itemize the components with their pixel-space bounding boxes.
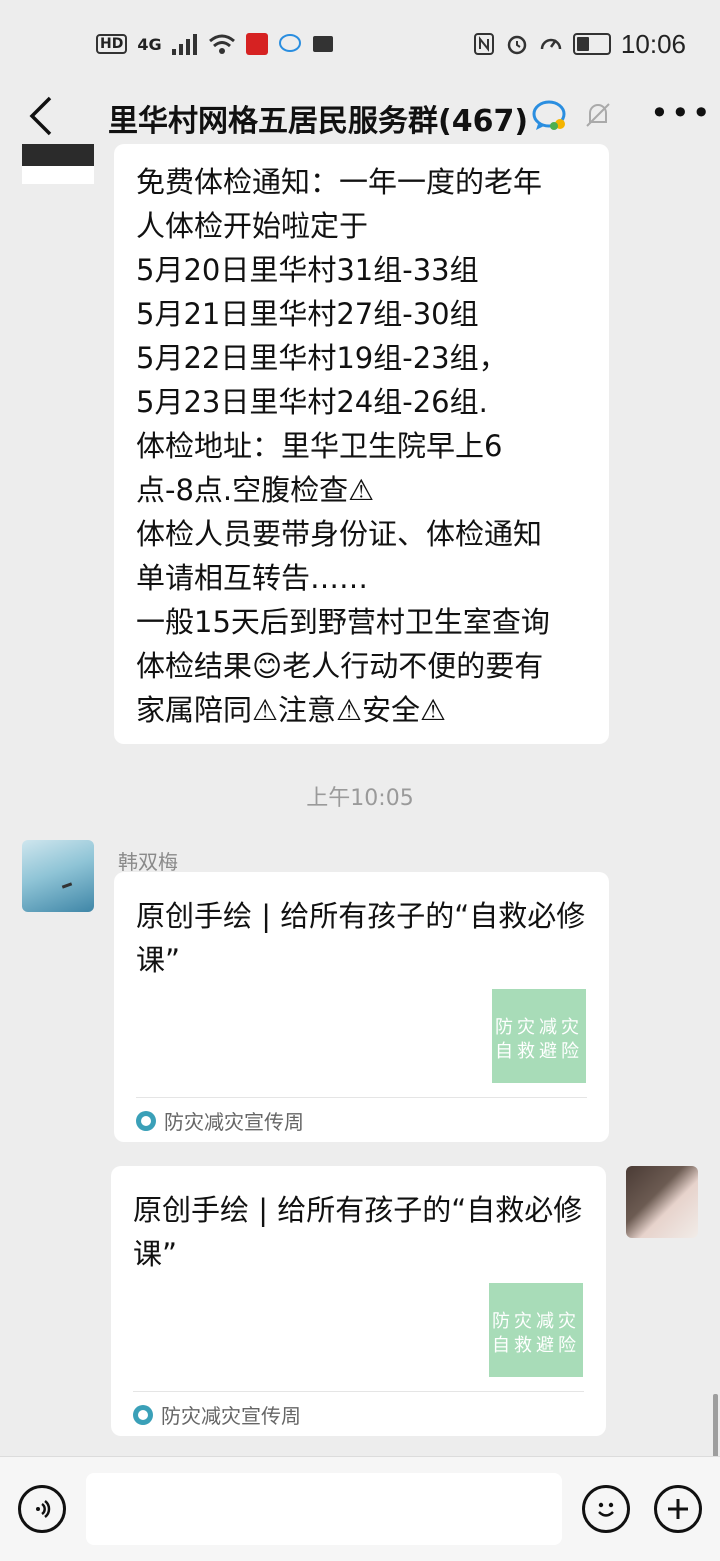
sender-name: 韩双梅 bbox=[118, 850, 178, 874]
time-separator: 上午10:05 bbox=[306, 786, 414, 811]
card-source: 防灾减灾宣传周 bbox=[133, 1400, 301, 1429]
scrollbar[interactable] bbox=[713, 1394, 718, 1456]
source-logo-icon bbox=[136, 1110, 156, 1131]
emoji-icon bbox=[598, 1502, 614, 1517]
voice-button[interactable] bbox=[18, 1485, 66, 1533]
back-icon[interactable] bbox=[22, 92, 62, 140]
thumb-text: 防灾减灾 bbox=[495, 1017, 583, 1038]
chat-area[interactable]: 免费体检通知：一年一度的老年 人体检开始啦定于 5月20日里华村31组-33组 … bbox=[0, 144, 720, 1456]
plus-icon bbox=[668, 1499, 688, 1519]
thumb-text: 自救避险 bbox=[495, 1041, 583, 1062]
speed-icon bbox=[540, 38, 562, 50]
card-title: 原创手绘 | 给所有孩子的“自救必修课” bbox=[136, 899, 586, 977]
card-thumbnail: 防灾减灾 自救避险 bbox=[492, 989, 586, 1083]
hd-indicator: HD bbox=[96, 34, 128, 54]
message-bubble[interactable]: 免费体检通知：一年一度的老年 人体检开始啦定于 5月20日里华村31组-33组 … bbox=[114, 144, 609, 744]
thumb-text: 自救避险 bbox=[492, 1335, 580, 1356]
chat-notification-icon bbox=[278, 34, 301, 52]
shared-article-card[interactable]: 原创手绘 | 给所有孩子的“自救必修课” 防灾减灾 自救避险 防灾减灾宣传周 bbox=[111, 1166, 606, 1436]
emoji-button[interactable] bbox=[582, 1485, 630, 1533]
divider bbox=[133, 1391, 584, 1392]
group-chat-icon bbox=[532, 100, 566, 130]
more-icon[interactable]: ••• bbox=[650, 94, 713, 132]
battery-icon bbox=[572, 33, 611, 55]
source-name: 防灾减灾宣传周 bbox=[161, 1404, 301, 1428]
plus-button[interactable] bbox=[654, 1485, 702, 1533]
thumb-text: 防灾减灾 bbox=[492, 1311, 580, 1332]
signal-icon bbox=[171, 34, 197, 55]
card-thumbnail: 防灾减灾 自救避险 bbox=[489, 1283, 583, 1377]
avatar[interactable] bbox=[22, 144, 94, 184]
input-bar bbox=[0, 1456, 720, 1561]
nfc-icon bbox=[473, 33, 494, 55]
alarm-icon bbox=[507, 35, 527, 55]
status-left: HD 4G bbox=[96, 33, 334, 55]
source-name: 防灾减灾宣传周 bbox=[164, 1110, 304, 1134]
app-notification-icon bbox=[245, 33, 268, 55]
my-avatar[interactable] bbox=[626, 1166, 698, 1238]
divider bbox=[136, 1097, 587, 1098]
card-title: 原创手绘 | 给所有孩子的“自救必修课” bbox=[133, 1193, 583, 1271]
wifi-icon bbox=[208, 34, 235, 54]
mute-bell-icon bbox=[586, 103, 610, 127]
card-source: 防灾减灾宣传周 bbox=[136, 1106, 304, 1135]
page-title[interactable]: 里华村网格五居民服务群(467) bbox=[108, 96, 528, 140]
status-bar: HD 4G 10:06 bbox=[0, 0, 720, 88]
voice-icon bbox=[36, 1500, 51, 1518]
source-logo-icon bbox=[133, 1404, 153, 1425]
shared-article-card[interactable]: 原创手绘 | 给所有孩子的“自救必修课” 防灾减灾 自救避险 防灾减灾宣传周 bbox=[114, 872, 609, 1142]
signal-label: 4G bbox=[137, 34, 162, 54]
message-input[interactable] bbox=[86, 1473, 562, 1545]
chat-header: 里华村网格五居民服务群(467) ••• bbox=[0, 88, 720, 144]
gallery-notification-icon bbox=[312, 36, 333, 52]
clock: 10:06 bbox=[620, 28, 686, 59]
status-right: 10:06 bbox=[473, 29, 686, 60]
sender-avatar[interactable] bbox=[22, 840, 94, 912]
